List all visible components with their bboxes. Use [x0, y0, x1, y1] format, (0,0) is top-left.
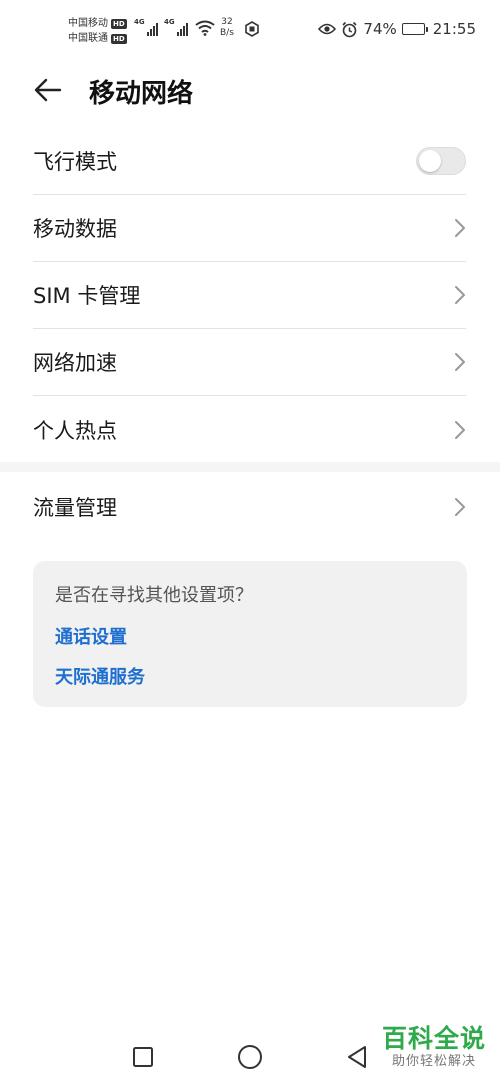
- network-boost-row[interactable]: 网络加速: [33, 329, 466, 396]
- network-boost-label: 网络加速: [33, 351, 117, 375]
- settings-list-secondary: 流量管理: [33, 473, 466, 540]
- data-usage-label: 流量管理: [33, 495, 117, 520]
- airplane-mode-row[interactable]: 飞行模式: [33, 128, 466, 195]
- data-usage-row[interactable]: 流量管理: [33, 473, 466, 540]
- recents-button[interactable]: [128, 1042, 158, 1072]
- section-divider: [0, 462, 500, 472]
- hotspot-label: 个人热点: [33, 418, 117, 443]
- app-header: 移动网络: [0, 60, 500, 120]
- sim-management-label: SIM 卡管理: [33, 284, 141, 308]
- network-type-2: 4G: [164, 18, 175, 26]
- carrier-info: 中国移动 HD 中国联通 HD: [68, 16, 127, 46]
- chevron-right-icon: [455, 353, 465, 371]
- circle-icon: [238, 1045, 262, 1069]
- skytone-service-link[interactable]: 天际通服务: [55, 663, 445, 689]
- battery-percent: 74%: [363, 20, 397, 38]
- back-nav-button[interactable]: [342, 1042, 372, 1072]
- hd-badge-2: HD: [111, 33, 127, 44]
- watermark-title: 百科全说: [381, 1024, 486, 1053]
- square-icon: [133, 1047, 153, 1067]
- chevron-right-icon: [455, 497, 465, 516]
- chevron-right-icon: [455, 420, 465, 439]
- network-speed: 32 B/s: [220, 17, 234, 39]
- watermark-logo: 百科全说 助你轻松解决: [382, 1024, 486, 1070]
- speed-unit: B/s: [220, 28, 234, 38]
- app-notification-icon: [245, 21, 259, 37]
- settings-list: 飞行模式 移动数据 SIM 卡管理 网络加速 个人热点: [33, 128, 466, 463]
- speed-value: 32: [221, 17, 233, 27]
- alarm-icon: [342, 21, 357, 37]
- mobile-data-label: 移动数据: [33, 217, 117, 241]
- airplane-mode-toggle[interactable]: [416, 147, 466, 175]
- watermark-subtitle: 助你轻松解决: [391, 1054, 476, 1069]
- eye-icon: [318, 23, 337, 35]
- back-arrow-icon: [34, 78, 62, 102]
- mobile-data-row[interactable]: 移动数据: [33, 195, 466, 262]
- chevron-right-icon: [455, 286, 465, 304]
- home-button[interactable]: [235, 1042, 265, 1072]
- hotspot-row[interactable]: 个人热点: [33, 396, 466, 463]
- wifi-icon: [195, 20, 215, 36]
- triangle-back-icon: [348, 1046, 366, 1068]
- hd-badge-1: HD: [111, 18, 127, 29]
- battery-icon: [401, 23, 428, 35]
- chevron-right-icon: [455, 219, 465, 237]
- sim-management-row[interactable]: SIM 卡管理: [33, 262, 466, 329]
- suggestion-card: 是否在寻找其他设置项？ 通话设置 天际通服务: [33, 561, 467, 707]
- signal-2-icon: 4G: [164, 18, 188, 36]
- suggestion-question: 是否在寻找其他设置项？: [55, 585, 253, 606]
- page-title: 移动网络: [89, 79, 194, 109]
- airplane-mode-label: 飞行模式: [33, 150, 117, 174]
- carrier-1-name: 中国移动: [68, 18, 108, 29]
- status-right-group: 74% 21:55: [318, 20, 476, 38]
- network-type-1: 4G: [134, 18, 145, 26]
- carrier-2-name: 中国联通: [68, 33, 108, 44]
- back-button[interactable]: [28, 74, 68, 106]
- call-settings-link[interactable]: 通话设置: [55, 623, 445, 649]
- status-bar: 中国移动 HD 中国联通 HD 4G 4G 32 B/s 74% 21:55: [0, 0, 500, 60]
- clock-time: 21:55: [432, 20, 476, 38]
- signal-1-icon: 4G: [134, 18, 158, 36]
